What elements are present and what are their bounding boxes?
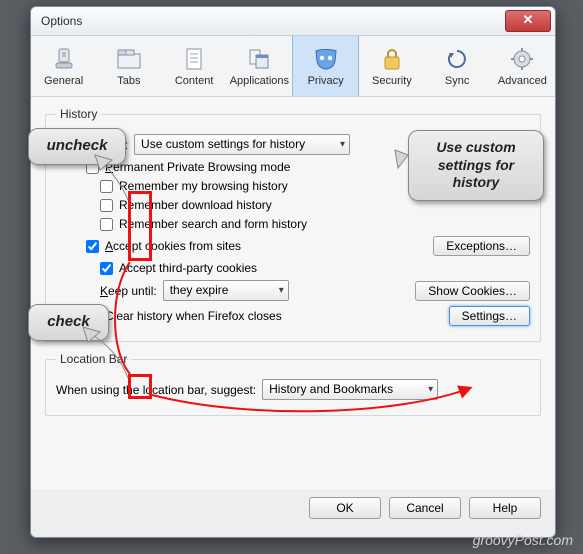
suggest-select[interactable]: History and Bookmarks — [262, 379, 438, 400]
tab-advanced[interactable]: Advanced — [490, 36, 555, 96]
sync-icon — [444, 46, 470, 72]
close-button[interactable]: ✕ — [505, 10, 551, 32]
cancel-button[interactable]: Cancel — [389, 497, 461, 519]
ok-button[interactable]: OK — [309, 497, 381, 519]
mask-icon — [313, 46, 339, 72]
checkbox-accept-third-party[interactable] — [100, 262, 113, 275]
switch-icon — [51, 46, 77, 72]
annotation-callout-check: check — [28, 304, 109, 341]
keep-until-select[interactable]: they expire — [163, 280, 289, 301]
label-permanent-private: Permanent Private Browsing mode — [105, 160, 290, 174]
document-icon — [181, 46, 207, 72]
lock-icon — [379, 46, 405, 72]
tab-general[interactable]: General — [31, 36, 96, 96]
label-remember-forms: Remember search and form history — [119, 217, 307, 231]
label-accept-cookies: Accept cookies from sites — [105, 239, 241, 253]
annotation-callout-uncheck: uncheck — [28, 128, 126, 165]
tab-label: Privacy — [308, 75, 344, 87]
tab-label: Content — [175, 75, 214, 87]
tab-security[interactable]: Security — [359, 36, 424, 96]
show-cookies-button[interactable]: Show Cookies… — [415, 281, 530, 301]
titlebar: Options ✕ — [31, 7, 555, 36]
checkbox-remember-download[interactable] — [100, 199, 113, 212]
options-window: Options ✕ General Tabs Content Applica — [30, 6, 556, 538]
tabs-icon — [116, 46, 142, 72]
tab-label: General — [44, 75, 83, 87]
help-button[interactable]: Help — [469, 497, 541, 519]
dialog-footer: OK Cancel Help — [31, 489, 555, 527]
history-legend: History — [56, 107, 101, 121]
tab-content[interactable]: Content — [162, 36, 227, 96]
annotation-callout-custom: Use custom settings for history — [408, 130, 544, 201]
tab-label: Security — [372, 75, 412, 87]
watermark: groovyPost.com — [473, 532, 573, 548]
label-accept-third-party: Accept third-party cookies — [119, 261, 257, 275]
history-mode-select[interactable]: Use custom settings for history — [134, 134, 350, 155]
tab-applications[interactable]: Applications — [227, 36, 292, 96]
label-remember-browsing: Remember my browsing history — [119, 179, 288, 193]
exceptions-button[interactable]: Exceptions… — [433, 236, 530, 256]
gear-icon — [509, 46, 535, 72]
tab-privacy[interactable]: Privacy — [292, 36, 359, 96]
label-clear-on-close: Clear history when Firefox closes — [105, 309, 282, 323]
category-tabs: General Tabs Content Applications Privac… — [31, 36, 555, 97]
locationbar-legend: Location Bar — [56, 352, 131, 366]
tab-tabs[interactable]: Tabs — [96, 36, 161, 96]
keep-until-label: Keep until: — [100, 284, 157, 298]
checkbox-accept-cookies[interactable] — [86, 240, 99, 253]
tab-label: Advanced — [498, 75, 547, 87]
applications-icon — [246, 46, 272, 72]
tab-label: Applications — [230, 75, 289, 87]
suggest-label: When using the location bar, suggest: — [56, 383, 256, 397]
checkbox-remember-forms[interactable] — [100, 218, 113, 231]
settings-button[interactable]: Settings… — [449, 306, 530, 326]
checkbox-remember-browsing[interactable] — [100, 180, 113, 193]
tab-label: Tabs — [117, 75, 140, 87]
tab-sync[interactable]: Sync — [425, 36, 490, 96]
locationbar-group: Location Bar When using the location bar… — [45, 352, 541, 416]
tab-label: Sync — [445, 75, 469, 87]
window-title: Options — [41, 14, 505, 28]
label-remember-download: Remember download history — [119, 198, 272, 212]
